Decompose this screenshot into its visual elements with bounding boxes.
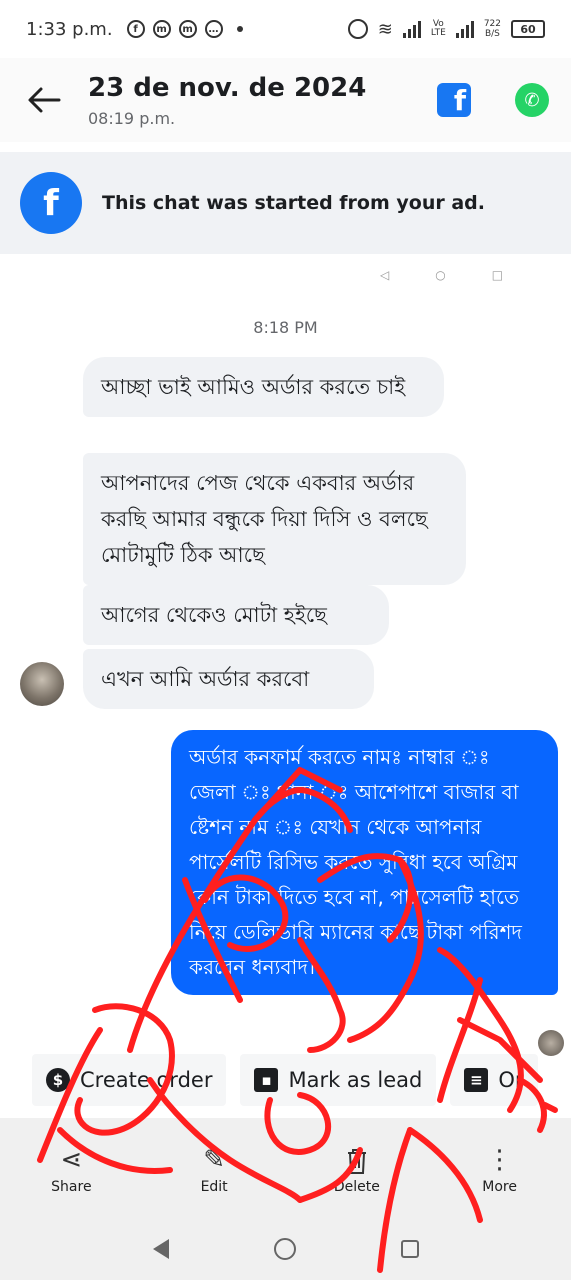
dollar-icon: $ (46, 1068, 70, 1092)
status-icons-right: ≋ Vo LTE 722 B/S 60 (347, 18, 545, 40)
share-button[interactable]: ⋖ Share (0, 1118, 143, 1218)
inner-home-icon: ○ (435, 268, 446, 282)
create-order-label: Create order (80, 1068, 213, 1092)
order-button[interactable]: ≡ Or (450, 1054, 538, 1106)
trash-icon (347, 1149, 366, 1174)
facebook-logo-icon: f (20, 172, 82, 234)
page-title: 23 de nov. de 2024 (88, 72, 367, 103)
message-timestamp: 8:18 PM (253, 318, 318, 337)
back-button[interactable] (0, 58, 88, 142)
incoming-message[interactable]: আচ্ছা ভাই আমিও অর্ডার করতে চাই (83, 357, 444, 417)
more-vertical-icon: ⋮ (486, 1145, 513, 1175)
signal-icon-2 (455, 20, 474, 38)
contact-avatar[interactable] (20, 662, 64, 706)
seen-avatar (538, 1030, 564, 1056)
messenger-notification-icon-2: m (178, 20, 197, 38)
edit-button[interactable]: ✎ Edit (143, 1118, 286, 1218)
wifi-icon: ≋ (377, 18, 393, 40)
incoming-message[interactable]: এখন আমি অর্ডার করবো (83, 649, 374, 709)
share-icon: ⋖ (60, 1145, 83, 1175)
create-order-button[interactable]: $ Create order (32, 1054, 227, 1106)
bottom-toolbar: ⋖ Share ✎ Edit Delete ⋮ More (0, 1118, 571, 1218)
system-navigation-bar (0, 1218, 571, 1280)
notification-icons: f m m … (126, 20, 243, 38)
edit-icon: ✎ (203, 1145, 226, 1175)
inner-recent-icon: □ (491, 268, 504, 282)
banner-text: This chat was started from your ad. (102, 192, 485, 214)
mark-as-lead-label: Mark as lead (288, 1068, 423, 1092)
network-speed: 722 B/S (483, 19, 501, 39)
nav-back-icon[interactable] (152, 1239, 169, 1259)
incoming-message[interactable]: আগের থেকেও মোটা হইছে (83, 585, 389, 645)
more-notifications-dot (236, 26, 243, 32)
outgoing-message[interactable]: অর্ডার কনফার্ম করতে নামঃ নাম্বার ঃ জেলা … (171, 730, 558, 995)
ad-banner: f This chat was started from your ad. (0, 152, 571, 254)
mark-as-lead-button[interactable]: ▪ Mark as lead (240, 1054, 437, 1106)
delete-label: Delete (333, 1179, 380, 1195)
incoming-message[interactable]: আপনাদের পেজ থেকে একবার অর্ডার করছি আমার … (83, 453, 466, 585)
more-label: More (482, 1179, 517, 1195)
back-arrow-icon (28, 87, 61, 113)
signal-icon (402, 20, 421, 38)
conversation-header: 23 de nov. de 2024 08:19 p.m. f ✆ (0, 58, 571, 142)
share-label: Share (51, 1179, 92, 1195)
status-time: 1:33 p.m. (26, 18, 113, 40)
facebook-notification-icon: f (126, 20, 145, 38)
facebook-icon[interactable]: f (437, 83, 471, 117)
edit-label: Edit (200, 1179, 228, 1195)
inner-back-icon: ◁ (380, 268, 390, 282)
status-bar: 1:33 p.m. f m m … ≋ Vo LTE 722 B/S 60 (0, 0, 571, 58)
whatsapp-icon[interactable]: ✆ (515, 83, 549, 117)
chat-notification-icon: … (204, 20, 223, 38)
delete-button[interactable]: Delete (286, 1118, 429, 1218)
nav-home-icon[interactable] (273, 1238, 296, 1260)
volte-indicator: Vo LTE (430, 19, 446, 38)
alarm-icon (347, 19, 368, 39)
more-button[interactable]: ⋮ More (428, 1118, 571, 1218)
order-label: Or (498, 1068, 524, 1092)
action-chips: $ Create order ▪ Mark as lead ≡ Or (32, 1054, 571, 1106)
nav-recent-icon[interactable] (400, 1240, 419, 1258)
battery-icon: 60 (511, 20, 545, 38)
contact-card-icon: ▪ (254, 1068, 279, 1092)
page-subtitle: 08:19 p.m. (88, 108, 176, 128)
messenger-notification-icon: m (152, 20, 171, 38)
inner-nav-hint: ◁ ○ □ (380, 268, 503, 282)
list-icon: ≡ (464, 1068, 489, 1092)
